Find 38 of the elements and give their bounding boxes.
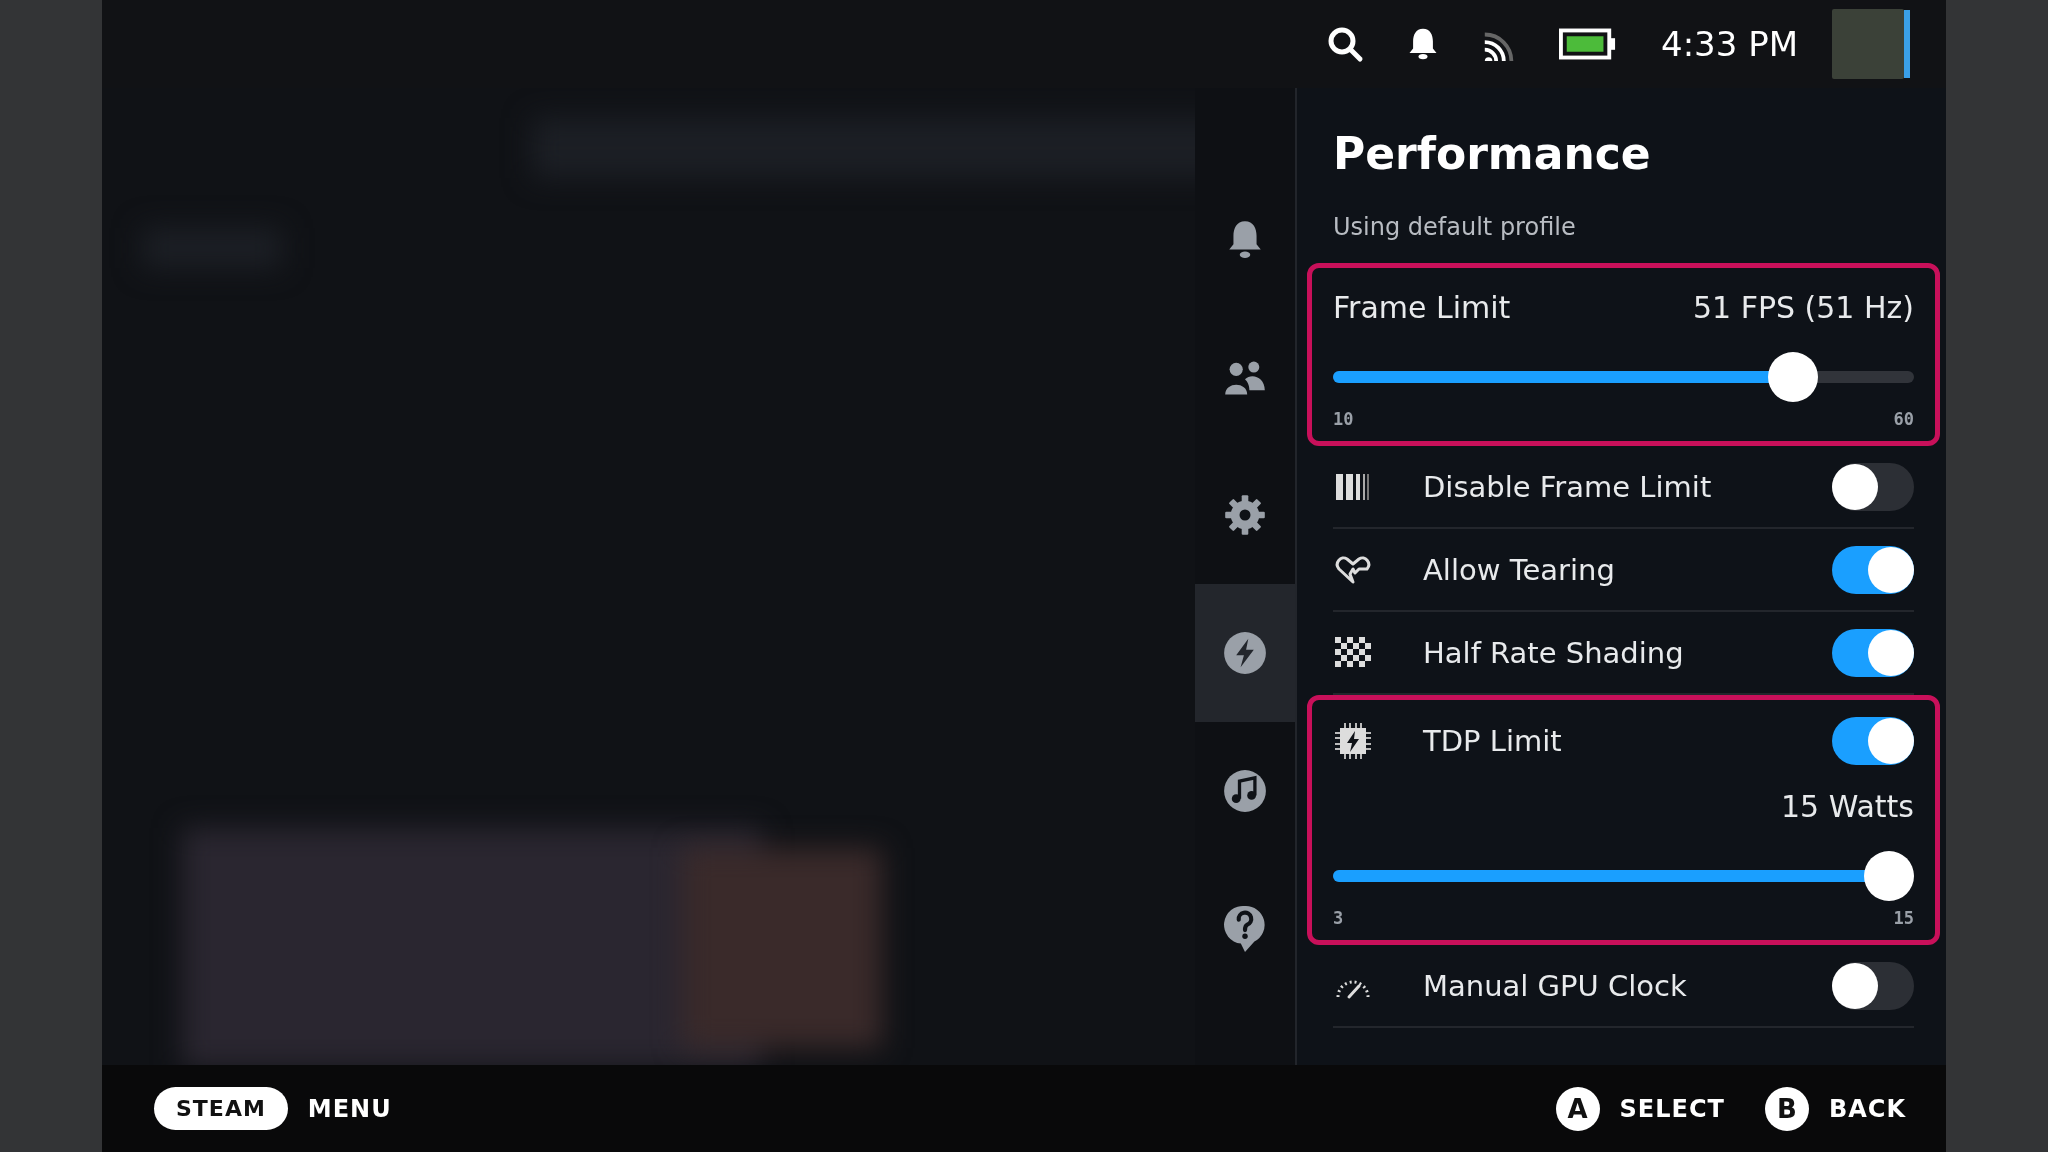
- chip-lightning-icon: [1333, 722, 1373, 759]
- toggle-switch[interactable]: [1832, 628, 1914, 677]
- setting-label: TDP Limit: [1423, 723, 1563, 758]
- setting-label: Allow Tearing: [1423, 552, 1616, 587]
- controller-key-badge: A: [1555, 1086, 1600, 1131]
- setting-label: Half Rate Shading: [1423, 635, 1685, 670]
- toggle-switch[interactable]: [1832, 716, 1914, 765]
- clock-time: 4:33 PM: [1661, 24, 1798, 64]
- action-hint: SELECT: [1619, 1094, 1725, 1123]
- controller-key-badge: B: [1764, 1086, 1809, 1131]
- setting-value: 51 FPS (51 Hz): [1692, 290, 1914, 325]
- slider[interactable]: [1333, 351, 1914, 403]
- status-indicator: [1904, 10, 1910, 78]
- lightning-icon: [1223, 631, 1267, 675]
- setting-value: 15 Watts: [1781, 789, 1914, 824]
- checkerboard-icon: [1333, 636, 1373, 669]
- settings-icon: [1223, 493, 1267, 537]
- battery-icon[interactable]: [1559, 28, 1617, 60]
- setting-label: Manual GPU Clock: [1423, 968, 1688, 1003]
- toggle-switch[interactable]: [1832, 961, 1914, 1010]
- slider[interactable]: [1333, 850, 1914, 902]
- menu-hint: MENU: [307, 1094, 392, 1123]
- steam-button[interactable]: STEAM: [154, 1087, 288, 1130]
- heart-icon: [1333, 554, 1373, 585]
- sidebar-tab[interactable]: [1195, 584, 1295, 722]
- slider-max-label: 15: [1893, 908, 1914, 928]
- panel-title: Performance: [1333, 128, 1652, 179]
- setting-label: Disable Frame Limit: [1423, 469, 1713, 504]
- slider-max-label: 60: [1893, 409, 1914, 429]
- toggle-switch[interactable]: [1832, 462, 1914, 511]
- profile-status: Using default profile: [1333, 213, 1577, 241]
- slider-min-label: 3: [1333, 908, 1344, 928]
- slider-min-label: 10: [1333, 409, 1354, 429]
- help-icon: [1224, 905, 1266, 953]
- toggle-switch[interactable]: [1832, 545, 1914, 594]
- action-hint: BACK: [1828, 1094, 1906, 1123]
- setting-label: Frame Limit: [1333, 290, 1511, 325]
- music-note-icon: [1223, 769, 1267, 813]
